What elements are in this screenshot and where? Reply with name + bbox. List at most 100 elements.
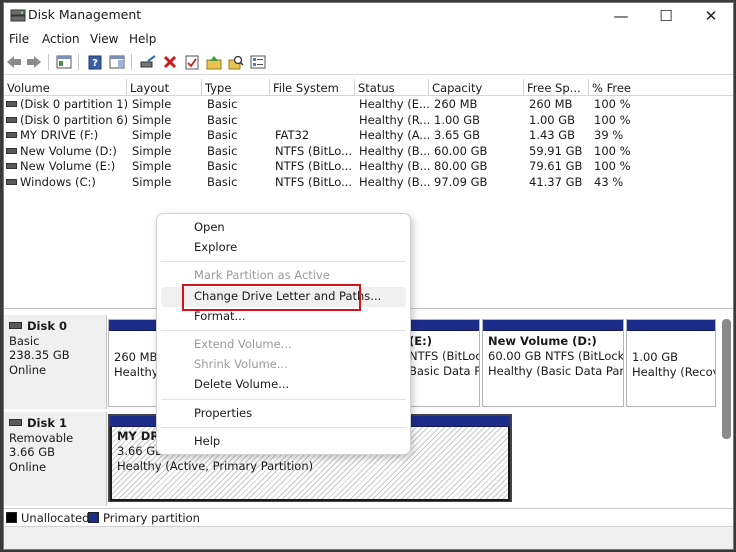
red-x-icon bbox=[163, 55, 177, 69]
column-status[interactable]: Status bbox=[355, 79, 429, 96]
primary-partition-bar bbox=[627, 320, 715, 331]
menu-action[interactable]: Action bbox=[42, 32, 80, 46]
volume-icon bbox=[6, 147, 17, 154]
column-free-space[interactable]: Free Sp... bbox=[524, 79, 589, 96]
menu-help[interactable]: Help bbox=[129, 32, 156, 46]
properties-button[interactable] bbox=[183, 53, 201, 71]
list-view-button[interactable] bbox=[249, 53, 267, 71]
menu-separator bbox=[161, 427, 406, 428]
back-button[interactable] bbox=[5, 53, 23, 71]
maximize-button[interactable]: ☐ bbox=[644, 3, 688, 29]
volume-icon bbox=[6, 132, 17, 139]
menu-properties[interactable]: Properties bbox=[161, 404, 406, 424]
partition-size: NTFS (BitLocker bbox=[409, 349, 479, 363]
title-bar: Disk Management — ☐ ✕ bbox=[4, 3, 733, 29]
primary-partition-bar bbox=[109, 320, 157, 331]
volume-row[interactable]: (Disk 0 partition 1) Simple Basic Health… bbox=[4, 97, 733, 113]
minimize-button[interactable]: — bbox=[599, 3, 643, 29]
folder-up-icon bbox=[206, 55, 222, 69]
volume-row[interactable]: MY DRIVE (F:) Simple Basic FAT32 Healthy… bbox=[4, 128, 733, 144]
volume-type: Basic bbox=[207, 175, 238, 189]
menu-explore[interactable]: Explore bbox=[161, 238, 406, 258]
menu-help-item[interactable]: Help bbox=[161, 432, 406, 452]
volume-type: Basic bbox=[207, 159, 238, 174]
volume-capacity: 3.65 GB bbox=[434, 128, 481, 143]
volume-list-header: Volume Layout Type File System Status Ca… bbox=[4, 79, 733, 96]
column-layout[interactable]: Layout bbox=[127, 79, 202, 96]
primary-partition-swatch bbox=[88, 512, 99, 523]
volume-file-system: NTFS (BitLo... bbox=[275, 143, 353, 158]
connect-disk-button[interactable] bbox=[139, 53, 157, 71]
partition-status: Healthy (Basic Data Parti bbox=[488, 364, 623, 378]
volume-row[interactable]: New Volume (D:) Simple Basic NTFS (BitLo… bbox=[4, 144, 733, 160]
partition-status: Basic Data Partiti bbox=[409, 364, 479, 378]
forward-button[interactable] bbox=[25, 53, 43, 71]
volume-type: Basic bbox=[207, 143, 238, 158]
show-hide-pane-button[interactable] bbox=[108, 53, 126, 71]
volume-name: Windows (C:) bbox=[20, 175, 96, 189]
column-percent-free[interactable]: % Free bbox=[589, 79, 733, 96]
volume-type: Basic bbox=[207, 128, 238, 143]
partition-size: 260 MB bbox=[114, 350, 157, 364]
window-title: Disk Management bbox=[28, 7, 142, 22]
checklist-icon bbox=[185, 55, 199, 69]
menu-file[interactable]: File bbox=[9, 32, 29, 46]
disk-0-label[interactable]: Disk 0 Basic 238.35 GB Online bbox=[4, 315, 107, 409]
delete-button[interactable] bbox=[161, 53, 179, 71]
volume-file-system: FAT32 bbox=[275, 128, 310, 143]
disk-pane-scrollbar[interactable] bbox=[722, 319, 731, 439]
volume-percent-free: 100 % bbox=[594, 159, 631, 174]
volume-row[interactable]: New Volume (E:) Simple Basic NTFS (BitLo… bbox=[4, 159, 733, 175]
volume-row[interactable]: (Disk 0 partition 6) Simple Basic Health… bbox=[4, 113, 733, 129]
menu-separator bbox=[161, 399, 406, 400]
magnifier-folder-icon bbox=[228, 55, 244, 69]
column-file-system[interactable]: File System bbox=[270, 79, 355, 96]
volume-free-space: 1.00 GB bbox=[529, 112, 576, 127]
list-view-icon bbox=[250, 55, 266, 69]
volume-layout: Simple bbox=[132, 175, 172, 189]
volume-free-space: 1.43 GB bbox=[529, 128, 576, 143]
close-icon: ✕ bbox=[704, 7, 718, 25]
search-button[interactable] bbox=[227, 53, 245, 71]
menu-extend-volume: Extend Volume... bbox=[194, 337, 292, 351]
partition-disk0-p1[interactable]: 260 MB Healthy bbox=[108, 319, 158, 407]
partition-disk0-recovery[interactable]: 1.00 GB Healthy (Recov bbox=[626, 319, 716, 407]
help-button[interactable]: ? bbox=[86, 53, 104, 71]
menu-separator bbox=[161, 330, 406, 331]
disk-state: Online bbox=[9, 362, 47, 377]
up-folder-button[interactable] bbox=[205, 53, 223, 71]
column-capacity[interactable]: Capacity bbox=[429, 79, 524, 96]
menu-delete-volume[interactable]: Delete Volume... bbox=[161, 375, 406, 395]
console-tree-button[interactable] bbox=[55, 53, 73, 71]
column-type[interactable]: Type bbox=[202, 79, 270, 96]
volume-file-system: NTFS (BitLo... bbox=[275, 175, 353, 189]
disk-1-label[interactable]: Disk 1 Removable 3.66 GB Online bbox=[4, 412, 107, 506]
volume-percent-free: 100 % bbox=[594, 112, 631, 127]
menu-mark-partition-active: Mark Partition as Active bbox=[194, 268, 330, 282]
disk-icon bbox=[9, 322, 22, 329]
volume-name: New Volume (E:) bbox=[20, 159, 116, 174]
menu-open[interactable]: Open bbox=[161, 218, 406, 238]
menu-view[interactable]: View bbox=[90, 32, 118, 46]
volume-free-space: 260 MB bbox=[529, 97, 573, 111]
volume-status: Healthy (E... bbox=[359, 97, 429, 111]
close-button[interactable]: ✕ bbox=[689, 3, 733, 29]
partition-disk0-d[interactable]: New Volume (D:) 60.00 GB NTFS (BitLocke … bbox=[482, 319, 624, 407]
volume-row[interactable]: Windows (C:) Simple Basic NTFS (BitLo...… bbox=[4, 175, 733, 191]
help-book-icon: ? bbox=[88, 55, 102, 69]
volume-capacity: 80.00 GB bbox=[434, 159, 488, 174]
menu-bar: File Action View Help bbox=[4, 29, 733, 49]
status-bar bbox=[4, 526, 733, 549]
partition-name: (E:) bbox=[409, 334, 432, 348]
context-menu: Open Explore Mark Partition as Active Ch… bbox=[156, 213, 411, 455]
disk-management-icon bbox=[10, 9, 26, 22]
volume-layout: Simple bbox=[132, 143, 172, 158]
disk-type: Removable bbox=[9, 430, 74, 445]
back-arrow-icon bbox=[7, 56, 21, 68]
svg-text:?: ? bbox=[92, 58, 98, 69]
volume-layout: Simple bbox=[132, 128, 172, 143]
volume-status: Healthy (B... bbox=[359, 143, 429, 158]
column-volume[interactable]: Volume bbox=[4, 79, 127, 96]
menu-shrink-volume: Shrink Volume... bbox=[194, 357, 288, 371]
volume-status: Healthy (B... bbox=[359, 175, 429, 189]
